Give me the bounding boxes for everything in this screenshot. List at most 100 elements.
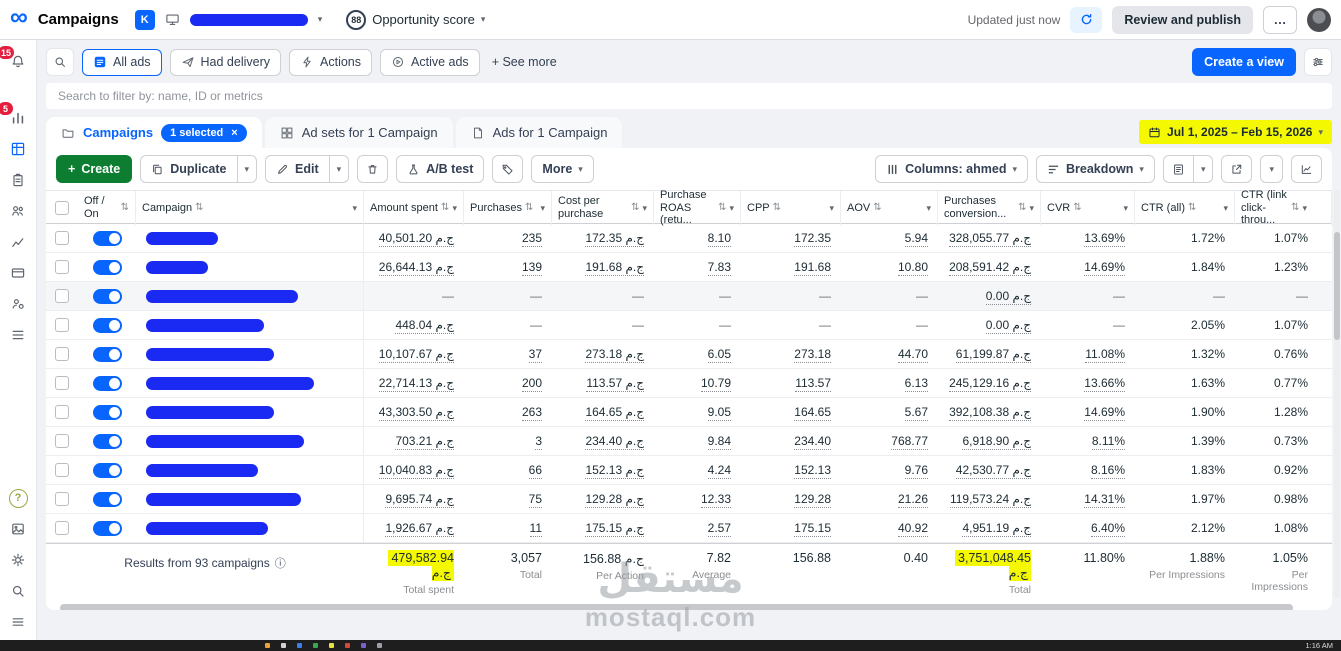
export-button[interactable] — [1221, 155, 1253, 183]
row-checkbox[interactable] — [55, 521, 69, 535]
breakdown-button[interactable]: Breakdown ▾ — [1036, 155, 1155, 183]
row-checkbox[interactable] — [55, 347, 69, 361]
campaign-toggle[interactable] — [92, 375, 122, 391]
column-header-purchases_conversion[interactable]: Purchases conversion... ⇅ ▾ — [938, 191, 1041, 225]
tag-button[interactable] — [492, 155, 524, 183]
account-name-redacted[interactable] — [189, 13, 308, 26]
views-settings-button[interactable] — [1304, 48, 1332, 76]
avatar[interactable] — [1307, 7, 1331, 32]
row-checkbox[interactable] — [55, 492, 69, 506]
campaign-toggle[interactable] — [92, 346, 122, 362]
refresh-button[interactable] — [1070, 6, 1103, 33]
tab-ads[interactable]: Ads for 1 Campaign — [455, 117, 623, 148]
campaign-name-redacted[interactable] — [146, 260, 208, 274]
edit-dropdown-button[interactable]: ▾ — [328, 155, 350, 183]
campaign-name-redacted[interactable] — [146, 405, 274, 419]
campaign-name-redacted[interactable] — [146, 492, 301, 506]
sidebar-item-search[interactable] — [8, 581, 28, 601]
row-checkbox[interactable] — [55, 231, 69, 245]
see-more-button[interactable]: + See more — [488, 55, 561, 69]
opportunity-score[interactable]: 88 Opportunity score ▾ — [346, 9, 486, 30]
more-button[interactable]: More ▾ — [531, 155, 594, 183]
chevron-down-icon[interactable]: ▾ — [481, 14, 486, 25]
columns-button[interactable]: Columns: ahmed ▾ — [875, 155, 1029, 183]
column-header-purchases[interactable]: Purchases ⇅ ▾ — [464, 191, 552, 225]
chevron-down-icon[interactable]: ▾ — [1123, 203, 1128, 213]
sidebar-item-insights[interactable]: 5 — [0, 101, 28, 128]
row-checkbox[interactable] — [55, 318, 69, 332]
sidebar-item-all-tools[interactable] — [8, 325, 28, 345]
ab-test-button[interactable]: A/B test — [396, 155, 485, 183]
reports-button[interactable] — [1162, 155, 1193, 183]
chart-view-button[interactable] — [1291, 155, 1322, 183]
row-checkbox[interactable] — [55, 463, 69, 477]
row-checkbox[interactable] — [55, 289, 69, 303]
more-options-button[interactable]: … — [1263, 5, 1297, 34]
campaign-name-redacted[interactable] — [146, 434, 304, 448]
campaign-toggle[interactable] — [92, 404, 122, 420]
campaign-toggle[interactable] — [92, 491, 122, 507]
export-dropdown-button[interactable]: ▾ — [1260, 155, 1283, 183]
delete-button[interactable] — [357, 155, 389, 183]
column-header-aov[interactable]: AOV ⇅ ▾ — [841, 191, 938, 225]
row-checkbox[interactable] — [55, 434, 69, 448]
row-checkbox[interactable] — [55, 405, 69, 419]
campaign-toggle[interactable] — [92, 288, 122, 304]
date-range-picker[interactable]: Jul 1, 2025 – Feb 15, 2026 ▾ — [1139, 120, 1332, 144]
campaign-toggle[interactable] — [92, 433, 122, 449]
review-and-publish-button[interactable]: Review and publish — [1112, 5, 1253, 34]
campaign-name-redacted[interactable] — [146, 376, 314, 390]
sidebar-item-content[interactable] — [8, 170, 28, 190]
horizontal-scrollbar[interactable] — [60, 604, 1318, 610]
sidebar-item-ads-reporting[interactable] — [8, 232, 28, 252]
chevron-down-icon[interactable]: ▾ — [452, 203, 457, 213]
sidebar-item-account-settings[interactable] — [8, 294, 28, 314]
chevron-down-icon[interactable]: ▾ — [729, 203, 734, 213]
campaign-name-redacted[interactable] — [146, 318, 264, 332]
column-header-ctr_all[interactable]: CTR (all) ⇅ ▾ — [1135, 191, 1235, 225]
column-header-amount_spent[interactable]: Amount spent ⇅ ▾ — [364, 191, 464, 225]
tab-ad-sets[interactable]: Ad sets for 1 Campaign — [264, 117, 453, 148]
duplicate-dropdown-button[interactable]: ▾ — [236, 155, 258, 183]
close-icon[interactable]: × — [231, 127, 237, 139]
row-checkbox[interactable] — [55, 376, 69, 390]
sidebar-item-more-menu[interactable] — [8, 612, 28, 632]
chevron-down-icon[interactable]: ▾ — [540, 203, 545, 213]
filter-all-ads[interactable]: All ads — [82, 48, 162, 76]
column-header-cvr[interactable]: CVR ⇅ ▾ — [1041, 191, 1135, 225]
chevron-down-icon[interactable]: ▾ — [318, 14, 323, 25]
edit-button[interactable]: Edit — [265, 155, 329, 183]
account-chip[interactable]: K — [134, 9, 155, 30]
column-header-cpp[interactable]: CPP ⇅ ▾ — [741, 191, 841, 225]
chevron-down-icon[interactable]: ▾ — [642, 203, 647, 213]
chevron-down-icon[interactable]: ▾ — [1223, 203, 1228, 213]
campaign-toggle[interactable] — [92, 230, 122, 246]
column-header-ctr_link[interactable]: CTR (link click-throu... ⇅ ▾ — [1235, 189, 1332, 226]
campaign-name-redacted[interactable] — [146, 289, 298, 303]
sidebar-item-help[interactable]: ? — [8, 488, 28, 508]
selected-count-badge[interactable]: 1 selected × — [161, 123, 247, 142]
sidebar-item-settings[interactable] — [8, 550, 28, 570]
meta-logo-icon[interactable]: ∞ — [10, 5, 28, 30]
select-all-checkbox[interactable] — [55, 201, 69, 215]
tab-campaigns[interactable]: Campaigns 1 selected × — [46, 117, 262, 148]
campaign-toggle[interactable] — [92, 317, 122, 333]
column-header-purchase_roas[interactable]: Purchase ROAS (retu... ⇅ ▾ — [654, 189, 741, 226]
campaign-toggle[interactable] — [92, 259, 122, 275]
sidebar-item-ads-manager[interactable] — [8, 139, 28, 159]
chevron-down-icon[interactable]: ▾ — [926, 203, 931, 213]
sidebar-item-audiences[interactable] — [8, 201, 28, 221]
search-input[interactable] — [46, 83, 1332, 109]
sidebar-item-notifications[interactable]: 15 — [0, 45, 28, 72]
reports-dropdown-button[interactable]: ▾ — [1192, 155, 1214, 183]
create-a-view-button[interactable]: Create a view — [1192, 48, 1296, 76]
chevron-down-icon[interactable]: ▾ — [352, 203, 357, 213]
taskbar-icons[interactable] — [265, 643, 382, 648]
sidebar-item-media[interactable] — [8, 519, 28, 539]
chevron-down-icon[interactable]: ▾ — [1302, 203, 1307, 213]
filter-had-delivery[interactable]: Had delivery — [169, 48, 282, 76]
scrollbar-thumb[interactable] — [1334, 232, 1340, 340]
filter-actions[interactable]: Actions — [289, 48, 373, 76]
filter-active-ads[interactable]: Active ads — [380, 48, 480, 76]
vertical-scrollbar[interactable] — [1334, 190, 1340, 598]
